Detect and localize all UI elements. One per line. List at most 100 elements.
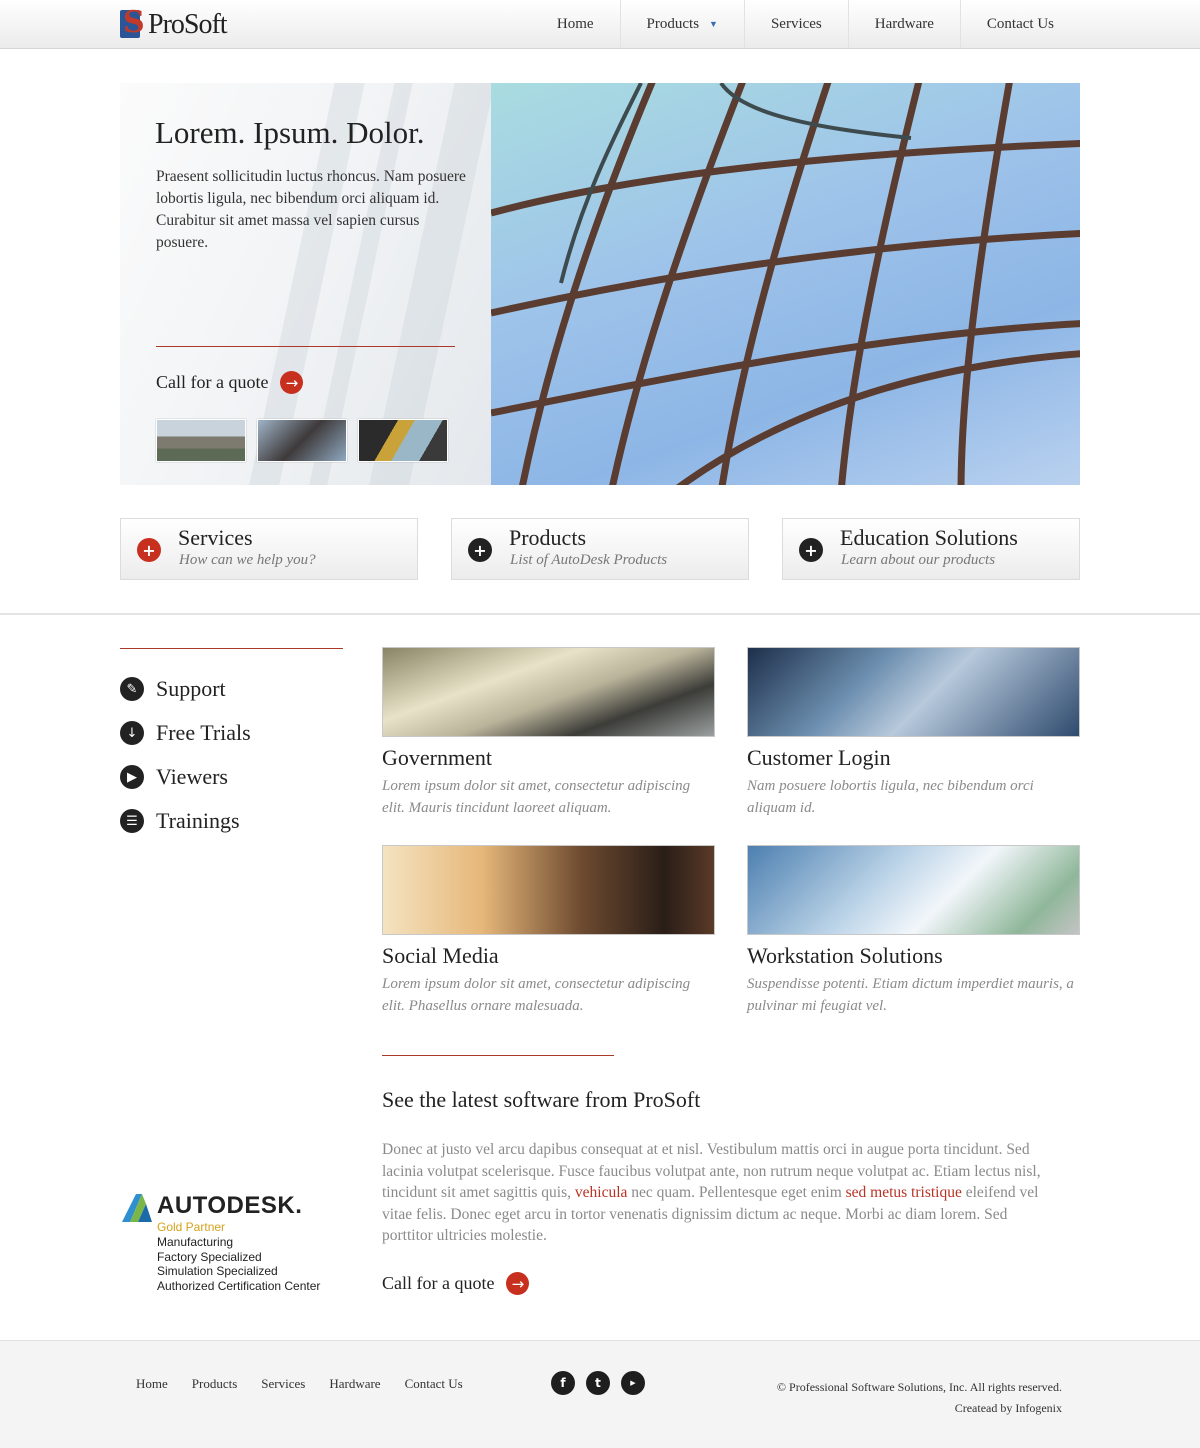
play-icon: ▶ [120, 765, 144, 789]
section-divider [0, 613, 1200, 615]
sidebar-item-viewers[interactable]: ▶ Viewers [120, 755, 251, 799]
twitter-icon[interactable]: t [586, 1371, 610, 1395]
site-header: S ProSoft Home Products ▼ Services Hardwa… [0, 0, 1200, 49]
card-government[interactable]: Government Lorem ipsum dolor sit amet, c… [382, 647, 715, 819]
hero-quote-link[interactable]: Call for a quote → [156, 371, 304, 394]
feature-title: Education Solutions [840, 525, 1018, 550]
card-social-media[interactable]: Social Media Lorem ipsum dolor sit amet,… [382, 845, 715, 1017]
nav-services-label: Services [770, 15, 822, 32]
nav-home[interactable]: Home [531, 0, 620, 48]
footer-link-services[interactable]: Services [261, 1376, 305, 1392]
card-workstation-solutions[interactable]: Workstation Solutions Suspendisse potent… [747, 845, 1080, 1017]
feature-products[interactable]: + Products List of AutoDesk Products [451, 518, 749, 580]
nav-hardware-label: Hardware [874, 15, 934, 32]
nav-products[interactable]: Products ▼ [619, 0, 744, 48]
list-icon: ☰ [120, 809, 144, 833]
latest-quote-link[interactable]: Call for a quote → [382, 1272, 530, 1295]
feature-title: Products [509, 525, 586, 550]
download-icon: ↓ [120, 721, 144, 745]
social-links: f t ▶ [551, 1371, 645, 1395]
footer-link-products[interactable]: Products [192, 1376, 238, 1392]
latest-divider [382, 1055, 614, 1056]
sidebar-item-support[interactable]: ✎ Support [120, 667, 251, 711]
slide-thumbnail[interactable] [156, 419, 246, 462]
footer-link-contact-us[interactable]: Contact Us [405, 1376, 463, 1392]
hero-slider: Lorem. Ipsum. Dolor. Praesent sollicitud… [120, 83, 1080, 485]
slider-thumbnails [156, 419, 448, 462]
hero-divider [156, 346, 455, 347]
youtube-icon[interactable]: ▶ [621, 1371, 645, 1395]
card-title: Workstation Solutions [747, 943, 943, 968]
partner-line: Factory Specialized [157, 1250, 262, 1264]
card-image[interactable] [747, 845, 1080, 935]
hero-quote-label: Call for a quote [156, 372, 269, 392]
footer-link-hardware[interactable]: Hardware [329, 1376, 380, 1392]
sidebar-nav: ✎ Support ↓ Free Trials ▶ Viewers ☰ Trai… [120, 667, 251, 843]
nav-hardware[interactable]: Hardware [847, 0, 960, 48]
sidebar-item-label: Viewers [156, 764, 228, 789]
prosoft-logo[interactable]: S ProSoft [120, 7, 228, 41]
plus-icon: + [799, 538, 823, 562]
autodesk-partner-badge: AUTODESK. Gold Partner Manufacturing Fac… [120, 1190, 360, 1300]
nav-home-label: Home [556, 15, 594, 32]
card-title: Customer Login [747, 745, 891, 770]
hero-text: Praesent sollicitudin luctus rhoncus. Na… [156, 168, 466, 251]
card-image[interactable] [382, 845, 715, 935]
sidebar-item-label: Free Trials [156, 720, 251, 745]
sidebar-item-label: Trainings [156, 808, 240, 833]
latest-text: Donec at justo vel arcu dapibus consequa… [382, 1139, 1062, 1247]
feature-title: Services [178, 525, 253, 550]
hero-title: Lorem. Ipsum. Dolor. [155, 115, 425, 150]
arrow-right-icon[interactable]: → [506, 1272, 530, 1295]
feature-subtitle: How can we help you? [179, 552, 316, 568]
card-text: Suspendisse potenti. Etiam dictum imperd… [747, 976, 1074, 1014]
footer-link-home[interactable]: Home [136, 1376, 168, 1392]
nav-services[interactable]: Services [743, 0, 848, 48]
plus-icon: + [137, 538, 161, 562]
card-title: Social Media [382, 943, 499, 968]
prosoft-logo-icon: S [120, 7, 146, 40]
card-image[interactable] [747, 647, 1080, 737]
slide-thumbnail[interactable] [358, 419, 448, 462]
slide-thumbnail[interactable] [257, 419, 347, 462]
card-image[interactable] [382, 647, 715, 737]
nav-contact-us[interactable]: Contact Us [959, 0, 1080, 48]
card-customer-login[interactable]: Customer Login Nam posuere lobortis ligu… [747, 647, 1080, 819]
feature-subtitle: List of AutoDesk Products [510, 552, 668, 568]
card-text: Nam posuere lobortis ligula, nec bibendu… [747, 778, 1034, 816]
autodesk-logo-icon [122, 1194, 152, 1222]
building-photo [491, 83, 1080, 485]
site-footer: Home Products Services Hardware Contact … [0, 1340, 1200, 1448]
main-nav: Home Products ▼ Services Hardware Contact… [531, 0, 1080, 48]
vehicula-link[interactable]: vehicula [575, 1184, 628, 1201]
arrow-right-icon[interactable]: → [280, 371, 304, 394]
feature-services[interactable]: + Services How can we help you? [120, 518, 418, 580]
sidebar-item-trainings[interactable]: ☰ Trainings [120, 799, 251, 843]
feature-boxes: + Services How can we help you? + Produc… [120, 518, 1080, 580]
wrench-icon: ✎ [120, 677, 144, 701]
feature-subtitle: Learn about our products [841, 552, 996, 568]
latest-text-part: nec quam. Pellentesque eget enim [627, 1184, 846, 1202]
hero-panel: Lorem. Ipsum. Dolor. Praesent sollicitud… [120, 83, 499, 485]
partner-line: Simulation Specialized [157, 1264, 278, 1278]
plus-icon: + [468, 538, 492, 562]
sed-metus-tristique-link[interactable]: sed metus tristique [846, 1184, 962, 1201]
latest-quote-label: Call for a quote [382, 1273, 495, 1293]
autodesk-brand: AUTODESK. [157, 1192, 303, 1219]
feature-education-solutions[interactable]: + Education Solutions Learn about our pr… [782, 518, 1080, 580]
latest-title: See the latest software from ProSoft [382, 1087, 701, 1112]
sidebar-divider [120, 648, 343, 649]
credit-text[interactable]: Createad by Infogenix [777, 1398, 1062, 1419]
facebook-icon[interactable]: f [551, 1371, 575, 1395]
logo-text: ProSoft [148, 9, 228, 40]
partner-line: Manufacturing [157, 1235, 234, 1249]
dropdown-caret-icon: ▼ [709, 19, 718, 29]
partner-tier: Gold Partner [157, 1220, 226, 1234]
copyright-text: © Professional Software Solutions, Inc. … [776, 1380, 1062, 1394]
sidebar-item-label: Support [156, 676, 226, 701]
sidebar-item-free-trials[interactable]: ↓ Free Trials [120, 711, 251, 755]
card-text: Lorem ipsum dolor sit amet, consectetur … [382, 976, 691, 1014]
footer-nav: Home Products Services Hardware Contact … [136, 1376, 463, 1392]
footer-copyright: © Professional Software Solutions, Inc. … [777, 1377, 1062, 1419]
card-text: Lorem ipsum dolor sit amet, consectetur … [382, 778, 691, 816]
